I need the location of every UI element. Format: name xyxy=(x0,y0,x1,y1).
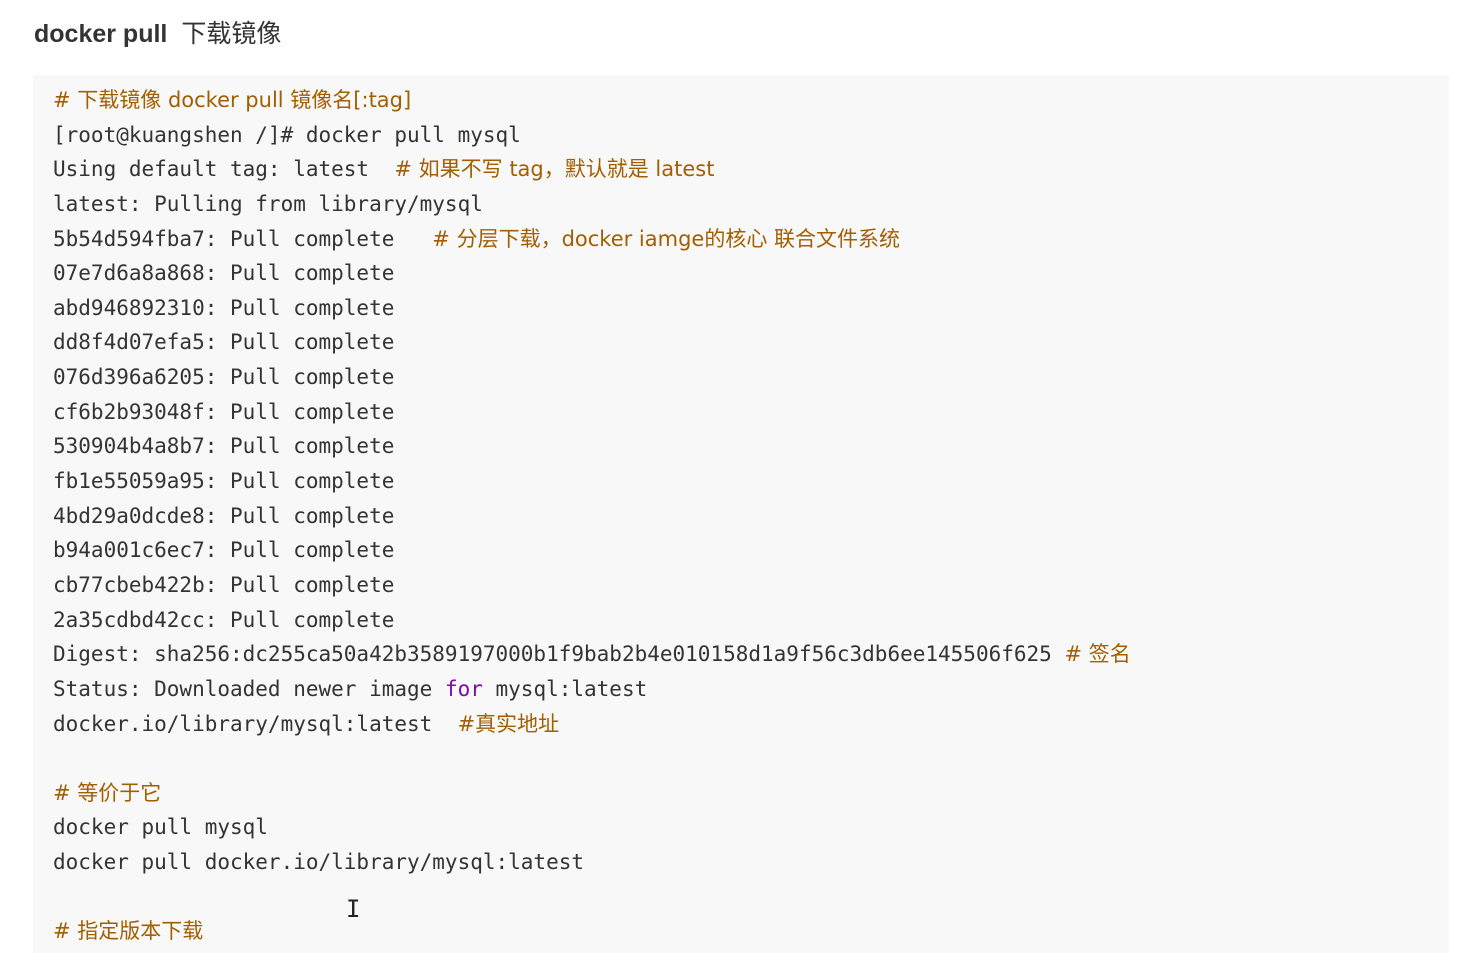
code-text: docker pull mysql xyxy=(53,815,268,840)
code-text: cf6b2b93048f: Pull complete xyxy=(53,399,395,424)
code-comment: # 等价于它 xyxy=(53,780,162,805)
code-keyword: for xyxy=(444,676,483,701)
code-comment: # 下载镜像 docker pull 镜像名[:tag] xyxy=(53,88,412,112)
code-text: 5b54d594fba7: Pull complete xyxy=(53,226,433,251)
code-text: [root@kuangshen /]# docker pull mysql xyxy=(53,122,521,147)
code-line: cf6b2b93048f: Pull complete xyxy=(53,395,1449,430)
code-line: 4bd29a0dcde8: Pull complete xyxy=(53,499,1449,534)
code-comment: # 如果不写 tag，默认就是 latest xyxy=(394,157,715,182)
code-line: # 等价于它 xyxy=(53,776,1449,811)
heading-command: docker pull xyxy=(34,20,168,48)
code-line: docker pull docker.io/library/mysql:late… xyxy=(53,845,1449,880)
section-heading: docker pull 下载镜像 xyxy=(34,14,281,54)
code-comment: #真实地址 xyxy=(457,711,560,736)
code-text: latest: Pulling from library/mysql xyxy=(53,191,483,216)
page: docker pull 下载镜像 # 下载镜像 docker pull 镜像名[:… xyxy=(0,0,1467,980)
code-comment: # 指定版本下载 xyxy=(53,919,204,944)
code-text: cb77cbeb422b: Pull complete xyxy=(53,572,395,597)
code-line: fb1e55059a95: Pull complete xyxy=(53,464,1449,499)
code-text: 4bd29a0dcde8: Pull complete xyxy=(53,503,395,528)
code-text: docker pull docker.io/library/mysql:late… xyxy=(53,850,585,875)
code-line: Status: Downloaded newer image for mysql… xyxy=(53,672,1449,707)
code-text: Using default tag: latest xyxy=(53,157,395,182)
code-line: dd8f4d07efa5: Pull complete xyxy=(53,325,1449,360)
code-line: 2a35cdbd42cc: Pull complete xyxy=(53,603,1449,638)
code-line: 530904b4a8b7: Pull complete xyxy=(53,429,1449,464)
code-text: 07e7d6a8a868: Pull complete xyxy=(53,261,395,286)
code-text: docker.io/library/mysql:latest xyxy=(53,711,458,736)
code-line: [root@kuangshen /]# docker pull mysql xyxy=(53,118,1449,153)
code-line: b94a001c6ec7: Pull complete xyxy=(53,533,1449,568)
code-text: Status: Downloaded newer image xyxy=(53,676,445,701)
code-text: Digest: sha256:dc255ca50a42b3589197000b1… xyxy=(53,642,1065,667)
code-text: 530904b4a8b7: Pull complete xyxy=(53,434,395,459)
code-text: abd946892310: Pull complete xyxy=(53,295,395,320)
code-line: 076d396a6205: Pull complete xyxy=(53,360,1449,395)
code-text: 2a35cdbd42cc: Pull complete xyxy=(53,607,395,632)
code-text: dd8f4d07efa5: Pull complete xyxy=(53,330,395,355)
code-block[interactable]: # 下载镜像 docker pull 镜像名[:tag] [root@kuang… xyxy=(33,75,1449,953)
code-line: docker pull mysql xyxy=(53,810,1449,845)
code-line: Using default tag: latest # 如果不写 tag，默认就… xyxy=(53,152,1449,187)
heading-description: 下载镜像 xyxy=(181,19,282,48)
code-line: docker.io/library/mysql:latest #真实地址 xyxy=(53,707,1449,742)
code-line: Digest: sha256:dc255ca50a42b3589197000b1… xyxy=(53,637,1449,672)
code-comment: # 签名 xyxy=(1064,642,1131,667)
code-line: abd946892310: Pull complete xyxy=(53,291,1449,326)
code-text: mysql:latest xyxy=(482,676,648,701)
code-text: fb1e55059a95: Pull complete xyxy=(53,469,395,494)
code-line: cb77cbeb422b: Pull complete xyxy=(53,568,1449,603)
text-cursor-icon: I xyxy=(346,895,361,923)
code-line: 07e7d6a8a868: Pull complete xyxy=(53,256,1449,291)
code-line: latest: Pulling from library/mysql xyxy=(53,187,1449,222)
code-line: # 下载镜像 docker pull 镜像名[:tag] xyxy=(53,83,1449,118)
code-comment: # 分层下载，docker iamge的核心 联合文件系统 xyxy=(432,226,901,251)
code-line: # 指定版本下载 xyxy=(53,914,1449,949)
code-text: b94a001c6ec7: Pull complete xyxy=(53,538,395,563)
code-text: 076d396a6205: Pull complete xyxy=(53,365,395,390)
code-line: 5b54d594fba7: Pull complete # 分层下载，docke… xyxy=(53,222,1449,257)
